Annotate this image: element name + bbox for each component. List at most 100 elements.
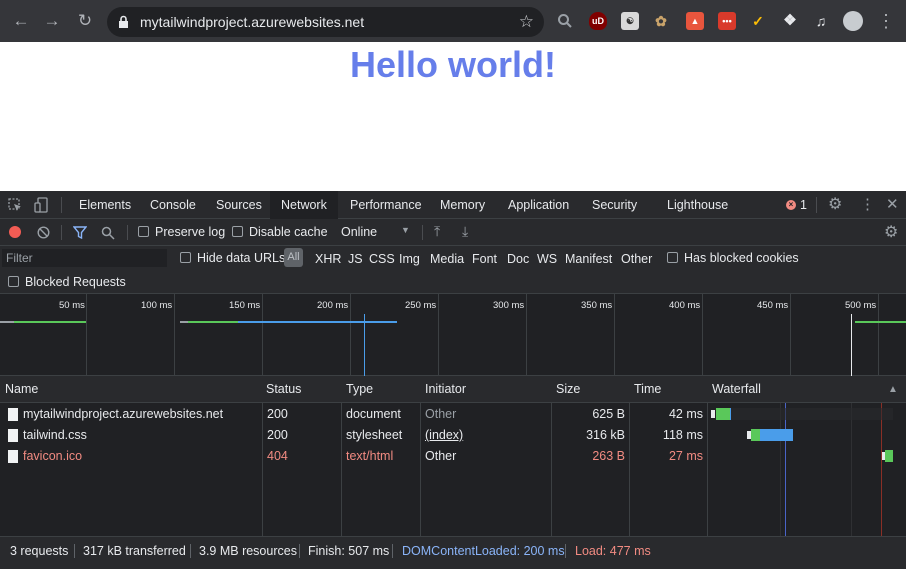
table-header: Name Status Type Initiator Size Time Wat… <box>0 376 906 403</box>
divider <box>190 544 191 558</box>
column-header-status[interactable]: Status <box>266 376 301 403</box>
tab-lighthouse[interactable]: Lighthouse <box>667 191 728 219</box>
sort-ascending-icon[interactable]: ▲ <box>888 376 898 403</box>
divider <box>299 544 300 558</box>
extension-icon[interactable]: ••• <box>718 12 736 30</box>
tab-console[interactable]: Console <box>150 191 196 219</box>
disable-cache-checkbox[interactable] <box>232 226 243 237</box>
profile-avatar[interactable] <box>843 11 863 31</box>
network-overview-timeline[interactable]: 50 ms 100 ms 150 ms 200 ms 250 ms 300 ms… <box>0 294 906 376</box>
column-header-name[interactable]: Name <box>5 376 38 403</box>
filter-type-xhr[interactable]: XHR <box>315 252 341 266</box>
tab-elements[interactable]: Elements <box>79 191 131 219</box>
filter-type-ws[interactable]: WS <box>537 252 557 266</box>
ublock-extension-icon[interactable]: uD <box>589 12 607 30</box>
request-initiator-link[interactable]: (index) <box>425 425 463 446</box>
request-bar <box>188 321 238 323</box>
blocked-requests-checkbox[interactable] <box>8 276 19 287</box>
media-control-icon[interactable]: ♫ <box>812 12 830 30</box>
address-bar[interactable]: mytailwindproject.azurewebsites.net ☆ <box>107 7 544 37</box>
chevron-down-icon[interactable]: ▼ <box>401 225 410 235</box>
column-header-time[interactable]: Time <box>634 376 661 403</box>
document-icon <box>8 429 18 442</box>
extension-icon[interactable]: ✓ <box>749 12 767 30</box>
network-status-bar: 3 requests 317 kB transferred 3.9 MB res… <box>0 536 906 564</box>
tab-sources[interactable]: Sources <box>216 191 262 219</box>
hide-data-urls-label: Hide data URLs <box>197 251 286 265</box>
filter-type-manifest[interactable]: Manifest <box>565 252 612 266</box>
filter-type-css[interactable]: CSS <box>369 252 395 266</box>
tab-application[interactable]: Application <box>508 191 569 219</box>
extension-icon[interactable]: ✿ <box>652 12 670 30</box>
bookmark-star-icon[interactable]: ☆ <box>519 12 534 32</box>
filter-input[interactable]: Filter <box>2 249 167 267</box>
forward-icon[interactable]: → <box>42 11 62 31</box>
table-row[interactable]: mytailwindproject.azurewebsites.net 200 … <box>0 404 906 425</box>
request-name[interactable]: favicon.ico <box>23 446 82 467</box>
lock-icon <box>119 15 128 28</box>
table-row[interactable]: tailwind.css 200 stylesheet (index) 316 … <box>0 425 906 446</box>
request-status: 404 <box>267 449 288 463</box>
tab-security[interactable]: Security <box>592 191 637 219</box>
filter-type-doc[interactable]: Doc <box>507 252 529 266</box>
column-header-waterfall[interactable]: Waterfall <box>712 376 761 403</box>
tab-network[interactable]: Network <box>270 191 338 219</box>
export-har-icon[interactable]: ⤓ <box>462 223 468 240</box>
reload-icon[interactable]: ↻ <box>75 11 95 31</box>
document-icon <box>8 450 18 463</box>
search-icon[interactable] <box>557 13 573 29</box>
clear-icon[interactable] <box>37 226 50 239</box>
load-marker <box>851 314 852 376</box>
filter-type-media[interactable]: Media <box>430 252 464 266</box>
tab-memory[interactable]: Memory <box>440 191 485 219</box>
request-table: Name Status Type Initiator Size Time Wat… <box>0 376 906 536</box>
error-count[interactable]: 1 <box>800 191 807 219</box>
has-blocked-cookies-label: Has blocked cookies <box>684 251 799 265</box>
preserve-log-checkbox[interactable] <box>138 226 149 237</box>
import-har-icon[interactable]: ⤒ <box>434 223 440 240</box>
hide-data-urls-checkbox[interactable] <box>180 252 191 263</box>
request-time: 27 ms <box>668 449 703 463</box>
dom-content-loaded-time: DOMContentLoaded: 200 ms <box>402 544 565 558</box>
dom-content-loaded-marker <box>364 314 365 376</box>
search-icon[interactable] <box>101 226 115 240</box>
filter-type-img[interactable]: Img <box>399 252 420 266</box>
network-settings-gear-icon[interactable]: ⚙ <box>884 222 898 242</box>
grid-line <box>350 294 351 376</box>
device-toolbar-icon[interactable] <box>34 197 50 213</box>
has-blocked-cookies-checkbox[interactable] <box>667 252 678 263</box>
tick-label: 150 ms <box>229 300 261 311</box>
filter-type-font[interactable]: Font <box>472 252 497 266</box>
tab-performance[interactable]: Performance <box>350 191 422 219</box>
close-devtools-icon[interactable]: ✕ <box>886 191 899 219</box>
table-row[interactable]: favicon.ico 404 text/html Other 263 B 27… <box>0 446 906 467</box>
request-name[interactable]: tailwind.css <box>23 425 87 446</box>
back-icon[interactable]: ← <box>11 11 31 31</box>
error-icon[interactable]: × <box>786 200 796 210</box>
filter-icon[interactable] <box>73 226 87 239</box>
request-name[interactable]: mytailwindproject.azurewebsites.net <box>23 404 223 425</box>
grid-line <box>526 294 527 376</box>
record-icon[interactable] <box>9 226 21 238</box>
column-header-size[interactable]: Size <box>556 376 580 403</box>
load-time: Load: 477 ms <box>575 544 651 558</box>
column-header-initiator[interactable]: Initiator <box>425 376 466 403</box>
extension-icon[interactable]: ▲ <box>686 12 704 30</box>
tick-label: 400 ms <box>669 300 701 311</box>
extensions-puzzle-icon[interactable]: ❖ <box>781 12 799 30</box>
more-options-icon[interactable]: ⋮ <box>860 191 875 219</box>
document-icon <box>8 408 18 421</box>
grid-line <box>174 294 175 376</box>
request-count: 3 requests <box>10 544 69 558</box>
throttling-select[interactable]: Online <box>341 225 377 239</box>
filter-type-js[interactable]: JS <box>348 252 363 266</box>
finish-time: Finish: 507 ms <box>308 544 390 558</box>
inspect-element-icon[interactable] <box>8 198 22 212</box>
browser-menu-icon[interactable]: ⋮ <box>876 11 896 31</box>
filter-all-button[interactable]: All <box>284 248 303 267</box>
extension-icon[interactable]: ☯ <box>621 12 639 30</box>
tick-label: 500 ms <box>845 300 877 311</box>
settings-gear-icon[interactable]: ⚙ <box>828 191 842 219</box>
column-header-type[interactable]: Type <box>346 376 373 403</box>
filter-type-other[interactable]: Other <box>621 252 652 266</box>
